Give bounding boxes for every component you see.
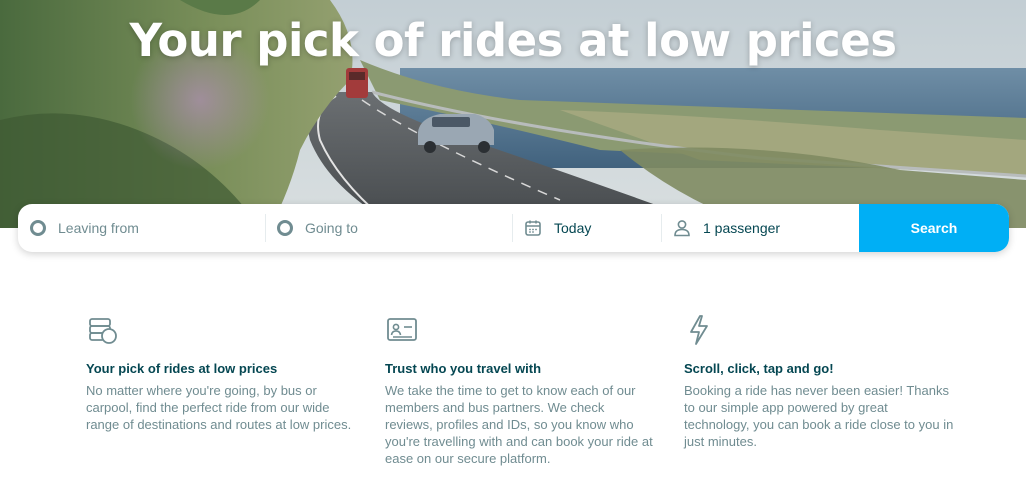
feature-text: No matter where you're going, by bus or …	[86, 383, 352, 432]
feature-text: Booking a ride has never been easier! Th…	[684, 383, 954, 449]
feature-title: Scroll, click, tap and go!	[684, 361, 834, 376]
hero-banner: Your pick of rides at low prices	[0, 0, 1026, 228]
leaving-from-field[interactable]: Leaving from	[18, 204, 265, 252]
calendar-icon	[525, 220, 541, 236]
going-to-placeholder: Going to	[305, 220, 358, 236]
going-to-field[interactable]: Going to	[265, 204, 512, 252]
feature-title: Trust who you travel with	[385, 361, 542, 376]
feature-trust: Trust who you travel with We take the ti…	[385, 310, 655, 467]
id-card-icon	[387, 318, 417, 341]
date-value: Today	[554, 220, 592, 236]
hero-title: Your pick of rides at low prices	[129, 14, 897, 67]
feature-text: We take the time to get to know each of …	[385, 383, 653, 466]
destination-circle-icon	[277, 220, 293, 236]
passenger-selector[interactable]: 1 passenger	[661, 204, 859, 252]
search-bar: Leaving from Going to Today 1 passenger …	[18, 204, 1009, 252]
origin-circle-icon	[30, 220, 46, 236]
lightning-bolt-icon	[690, 315, 708, 345]
leaving-from-placeholder: Leaving from	[58, 220, 139, 236]
search-button[interactable]: Search	[859, 204, 1009, 252]
feature-title: Your pick of rides at low prices	[86, 361, 278, 376]
feature-low-prices: Your pick of rides at low prices No matt…	[86, 310, 356, 433]
date-picker[interactable]: Today	[512, 204, 661, 252]
passenger-value: 1 passenger	[703, 220, 781, 236]
person-icon	[674, 220, 690, 237]
feature-easy-booking: Scroll, click, tap and go! Booking a rid…	[684, 310, 954, 450]
money-coins-icon	[89, 318, 117, 344]
